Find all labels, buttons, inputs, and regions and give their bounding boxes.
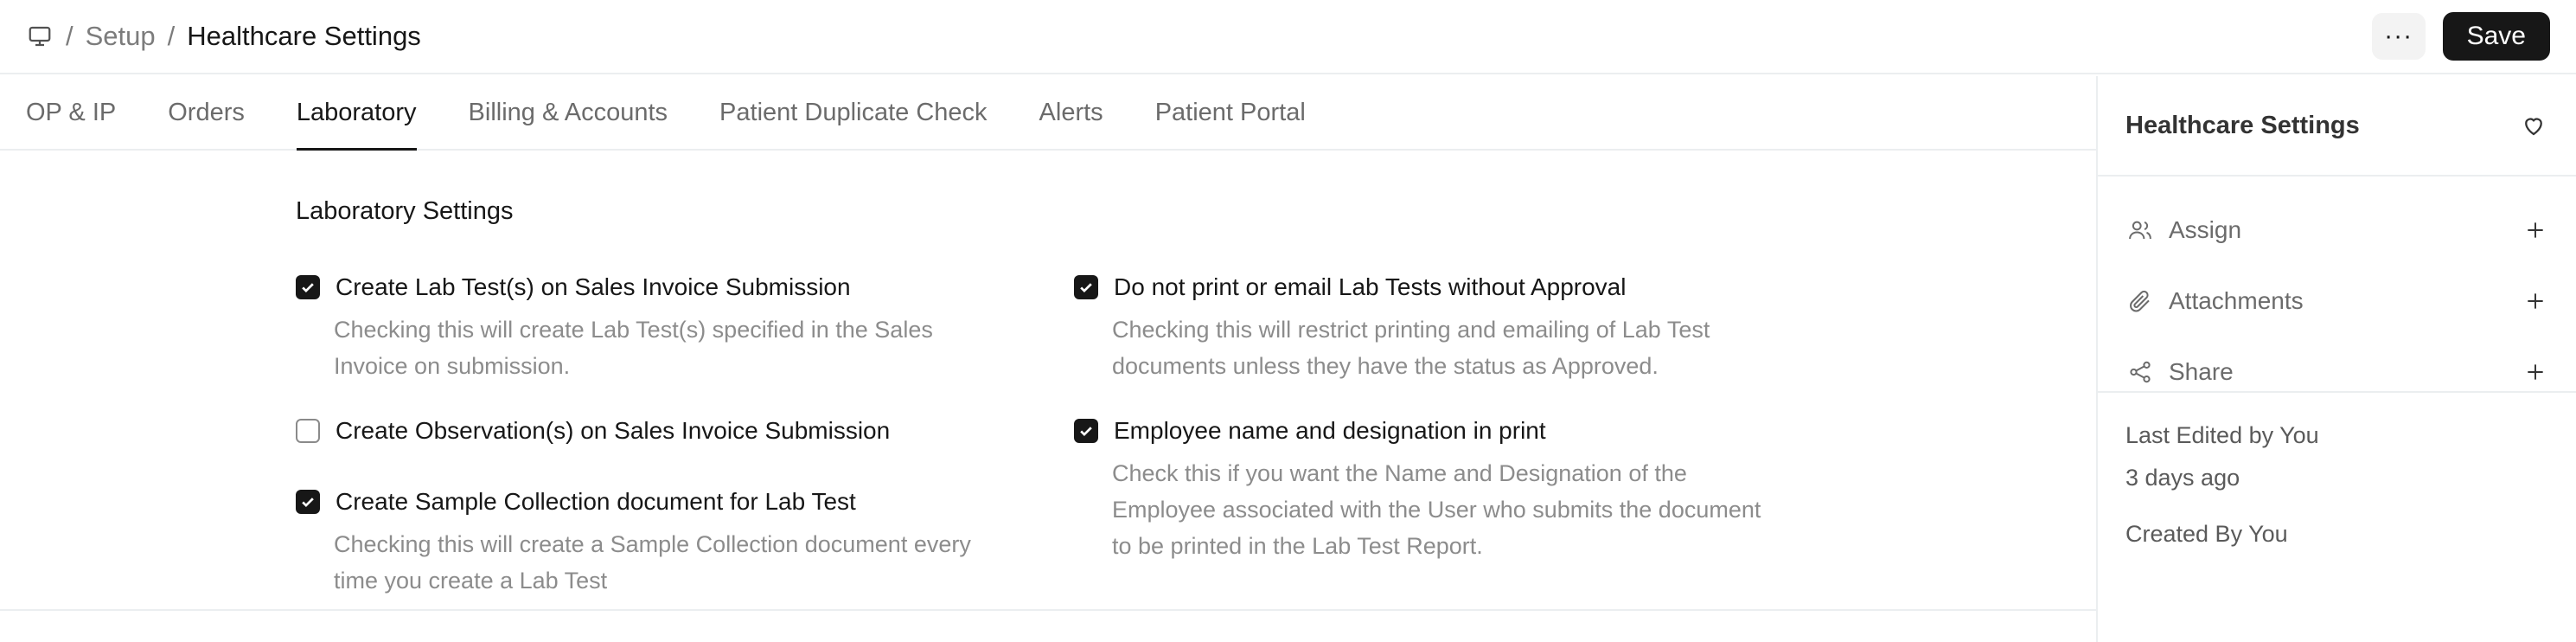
field-label: Create Observation(s) on Sales Invoice S… [336,417,891,444]
field-label: Employee name and designation in print [1114,417,1546,444]
field-create-observations: Create Observation(s) on Sales Invoice S… [296,417,1005,445]
tab-laboratory[interactable]: Laboratory [296,76,417,151]
checkbox-create-observations[interactable] [296,419,320,443]
settings-tabs: OP & IP Orders Laboratory Billing & Acco… [0,76,2096,151]
field-description: Check this if you want the Name and Desi… [1112,460,1761,559]
sidebar-title: Healthcare Settings [2125,111,2360,139]
sidebar-item-attachments[interactable]: Attachments [2125,279,2548,323]
tab-patient-duplicate-check[interactable]: Patient Duplicate Check [719,76,988,149]
section-title: Laboratory Settings [296,197,514,225]
heart-icon[interactable] [2519,111,2548,140]
last-edited-text: Last Edited by You [2125,422,2319,448]
more-dots-icon: ··· [2384,22,2413,50]
add-assign-plus-icon[interactable] [2522,217,2548,243]
save-button[interactable]: Save [2442,12,2550,61]
created-by-text: Created By You [2125,521,2288,547]
section-divider [0,609,2096,611]
checkbox-no-print-without-approval[interactable] [1074,275,1098,299]
breadcrumb-setup[interactable]: Setup [86,21,156,52]
breadcrumb-separator: / [167,21,176,51]
right-sidebar: Healthcare Settings Assign Attachments S… [2096,76,2576,642]
field-description: Checking this will restrict printing and… [1112,317,1710,379]
monitor-icon[interactable] [26,22,54,50]
sidebar-item-assign[interactable]: Assign [2125,209,2548,252]
sidebar-item-label: Assign [2169,216,2242,243]
tab-patient-portal[interactable]: Patient Portal [1155,76,1306,149]
field-create-lab-tests: Create Lab Test(s) on Sales Invoice Subm… [296,273,1005,384]
last-edited-time: 3 days ago [2125,465,2240,491]
tab-billing-accounts[interactable]: Billing & Accounts [469,76,668,149]
sidebar-header: Healthcare Settings [2098,76,2576,177]
users-icon [2125,215,2155,245]
tab-op-ip[interactable]: OP & IP [26,76,116,149]
field-no-print-without-approval: Do not print or email Lab Tests without … [1074,273,1783,384]
add-attachment-plus-icon[interactable] [2522,288,2548,314]
field-description: Checking this will create Lab Test(s) sp… [334,317,933,379]
tab-orders[interactable]: Orders [168,76,245,149]
sidebar-item-share[interactable]: Share [2125,350,2548,394]
field-employee-name-designation: Employee name and designation in print C… [1074,417,1783,564]
sidebar-actions: Assign Attachments Share [2098,177,2576,393]
top-bar: / Setup / Healthcare Settings ··· Save [0,0,2576,74]
share-icon [2125,357,2155,387]
field-label: Create Lab Test(s) on Sales Invoice Subm… [336,273,851,300]
paperclip-icon [2125,286,2155,316]
checkbox-employee-name-designation[interactable] [1074,419,1098,443]
main-content: Laboratory Settings Create Lab Test(s) o… [0,152,2096,642]
sidebar-item-label: Attachments [2169,287,2304,314]
sidebar-item-label: Share [2169,358,2234,385]
sidebar-meta: Last Edited by You 3 days ago Created By… [2098,393,2576,574]
tab-alerts[interactable]: Alerts [1039,76,1103,149]
checkbox-create-sample-collection[interactable] [296,490,320,514]
more-actions-button[interactable]: ··· [2371,13,2426,60]
field-label: Do not print or email Lab Tests without … [1114,273,1627,300]
field-label: Create Sample Collection document for La… [336,488,856,515]
field-description: Checking this will create a Sample Colle… [334,531,971,594]
breadcrumb-separator: / [66,21,74,51]
add-share-plus-icon[interactable] [2522,359,2548,385]
field-create-sample-collection: Create Sample Collection document for La… [296,488,1005,599]
page-title: Healthcare Settings [187,21,421,51]
checkbox-create-lab-tests[interactable] [296,275,320,299]
breadcrumb: / Setup / Healthcare Settings [26,21,421,52]
